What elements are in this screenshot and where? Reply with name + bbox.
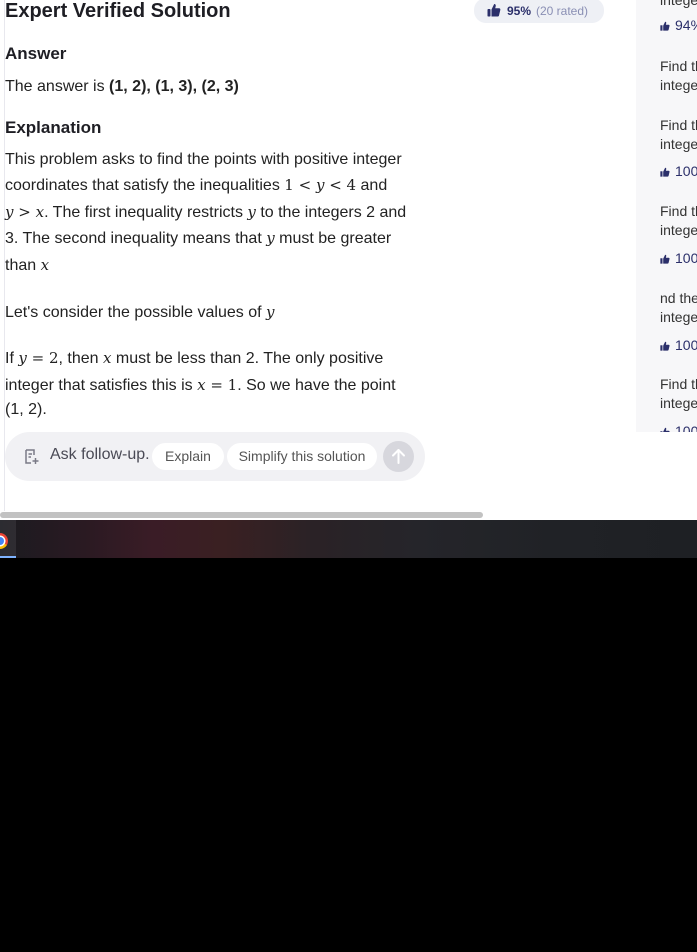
related-question-rating: 94% <box>660 17 697 33</box>
related-question-link[interactable]: intege <box>660 0 697 8</box>
answer-text: The answer is (1, 2), (1, 3), (2, 3) <box>5 78 239 96</box>
related-question-rating: 100 <box>660 250 697 266</box>
thumbs-up-icon <box>660 427 670 432</box>
explanation-heading: Explanation <box>5 118 102 137</box>
explanation-line: than x <box>5 256 49 275</box>
arrow-up-icon <box>392 449 405 464</box>
simplify-chip[interactable]: Simplify this solution <box>227 443 377 470</box>
rating-percent: 95% <box>507 4 532 18</box>
explanation-line: If y = 2, then x must be less than 2. Th… <box>5 349 383 368</box>
taskbar <box>0 520 697 558</box>
rating-percent: 94% <box>675 17 697 33</box>
explanation-line: 3. The second inequality means that y mu… <box>5 229 391 248</box>
follow-up-bar: Ask follow-up... Explain Simplify this s… <box>5 432 425 481</box>
thumbs-up-icon <box>660 21 670 31</box>
explanation-line: integer that satisfies this is x = 1. So… <box>5 376 396 395</box>
explanation-text: Let's consider the possible values of <box>5 304 266 321</box>
explanation-text: must be greater <box>274 230 392 247</box>
page-title: Expert Verified Solution <box>5 0 231 22</box>
related-question-link[interactable]: Find th <box>660 58 697 74</box>
explanation-text: coordinates that satisfy the inequalitie… <box>5 177 285 194</box>
follow-up-input[interactable]: Ask follow-up... <box>50 446 150 464</box>
browser-viewport: Expert Verified Solution 95% (20 rated) … <box>0 0 697 520</box>
related-questions-sidebar: intege 94% Find th intege Find th intege… <box>636 0 697 432</box>
send-button[interactable] <box>383 441 414 472</box>
math-variable: x <box>197 376 206 394</box>
math-operator: < <box>324 176 347 194</box>
related-question-link[interactable]: intege <box>660 309 697 325</box>
related-question-link[interactable]: Find th <box>660 117 697 133</box>
rating-count: (20 rated) <box>536 4 589 18</box>
explanation-text: to the integers 2 and <box>255 204 407 221</box>
answer-value: (1, 2), (1, 3), (2, 3) <box>109 78 239 95</box>
math-number: 1 <box>284 176 294 194</box>
math-operator: = <box>26 349 49 367</box>
explanation-text: and <box>356 177 388 194</box>
math-operator: = <box>205 376 228 394</box>
explanation-line: This problem asks to find the points wit… <box>5 151 402 169</box>
math-variable: y <box>266 229 275 247</box>
explanation-text: . The first inequality restricts <box>44 204 248 221</box>
thumbs-up-icon <box>660 254 670 264</box>
related-question-link[interactable]: intege <box>660 395 697 411</box>
explanation-text: 3. The second inequality means that <box>5 230 267 247</box>
math-number: 1 <box>227 376 238 394</box>
rating-badge[interactable]: 95% (20 rated) <box>474 0 604 23</box>
related-question-rating: 100 <box>660 337 697 353</box>
related-question-link[interactable]: nd the <box>660 290 697 306</box>
explanation-text: This problem asks to find the points wit… <box>5 151 402 168</box>
horizontal-scrollbar-thumb[interactable] <box>0 512 483 518</box>
math-operator: < <box>293 176 316 194</box>
related-question-rating: 100 <box>660 423 697 432</box>
math-number: 4 <box>346 176 357 194</box>
thumbs-up-icon <box>487 4 501 17</box>
explanation-text: (1, 2). <box>5 401 47 418</box>
explain-chip[interactable]: Explain <box>152 443 224 470</box>
explanation-text: must be less than 2. The only positive <box>111 350 384 367</box>
math-variable: y <box>247 203 256 221</box>
related-question-link[interactable]: intege <box>660 222 697 238</box>
related-question-link[interactable]: intege <box>660 77 697 93</box>
explanation-line: coordinates that satisfy the inequalitie… <box>5 176 387 195</box>
related-question-link[interactable]: Find th <box>660 376 697 392</box>
rating-percent: 100 <box>675 337 697 353</box>
math-variable: y <box>18 349 27 367</box>
explanation-line: (1, 2). <box>5 401 47 419</box>
explanation-text: integer that satisfies this is <box>5 377 198 394</box>
rating-percent: 100 <box>675 423 697 432</box>
related-question-link[interactable]: intege <box>660 136 697 152</box>
rating-percent: 100 <box>675 163 697 179</box>
explanation-text: than <box>5 257 41 274</box>
related-question-rating: 100 <box>660 163 697 179</box>
math-variable: x <box>35 203 45 221</box>
explanation-line: Let's consider the possible values of y <box>5 303 274 322</box>
explanation-text: If <box>5 350 19 367</box>
related-question-link[interactable]: Find th <box>660 203 697 219</box>
note-plus-icon <box>25 449 39 464</box>
empty-desktop-area <box>0 558 697 952</box>
answer-heading: Answer <box>5 44 67 63</box>
explanation-text: . So we have the point <box>237 377 396 394</box>
math-variable: x <box>40 256 50 274</box>
thumbs-up-icon <box>660 167 670 177</box>
math-variable: y <box>265 303 275 321</box>
rating-percent: 100 <box>675 250 697 266</box>
math-operator: > <box>13 203 36 221</box>
answer-prefix: The answer is <box>5 78 110 95</box>
thumbs-up-icon <box>660 341 670 351</box>
explanation-line: y > x. The first inequality restricts y … <box>5 203 406 222</box>
explanation-text: , then <box>58 350 103 367</box>
